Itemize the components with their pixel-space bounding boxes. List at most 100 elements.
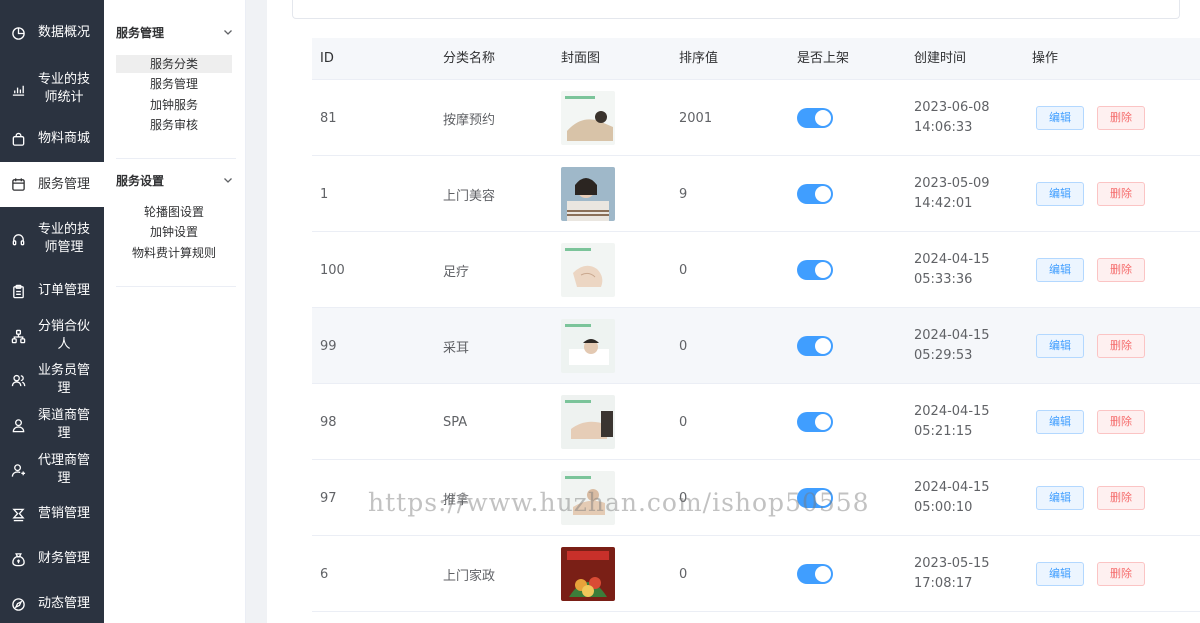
submenu-item-extra-time-service[interactable]: 加钟服务 <box>116 96 232 114</box>
delete-button[interactable]: 删除 <box>1097 410 1145 434</box>
created-time: 05:21:15 <box>914 424 973 439</box>
submenu-group-service-settings[interactable]: 服务设置 <box>116 170 234 190</box>
sidebar-item-order-management[interactable]: 订单管理 <box>0 270 104 312</box>
network-icon <box>10 328 26 344</box>
sidebar-item-agent-management[interactable]: 代理商管理 <box>0 449 104 491</box>
cell-id: 99 <box>320 338 337 354</box>
sidebar-item-technician-stats[interactable]: 专业的技师统计 <box>0 62 104 116</box>
delete-button[interactable]: 删除 <box>1097 562 1145 586</box>
delete-button[interactable]: 删除 <box>1097 258 1145 282</box>
cover-thumbnail[interactable] <box>561 471 615 525</box>
header-on-shelf: 是否上架 <box>797 51 850 66</box>
table-row: 98 SPA 0 2024-04-15 05:21:15 编辑 删除 <box>312 384 1200 460</box>
on-shelf-toggle[interactable] <box>797 488 833 508</box>
cell-actions: 编辑 删除 <box>1036 308 1145 384</box>
on-shelf-toggle[interactable] <box>797 184 833 204</box>
sidebar-item-salesman-management[interactable]: 业务员管理 <box>0 359 104 401</box>
sidebar-item-label: 数据概况 <box>37 25 90 40</box>
submenu-group-service-management[interactable]: 服务管理 <box>116 22 234 42</box>
toggle-knob <box>815 262 831 278</box>
filter-box <box>292 0 1180 19</box>
table-row: 100 足疗 0 2024-04-15 05:33:36 编辑 删除 <box>312 232 1200 308</box>
submenu-item-extra-time-settings[interactable]: 加钟设置 <box>116 223 232 241</box>
created-date: 2024-04-15 <box>914 328 990 343</box>
edit-button[interactable]: 编辑 <box>1036 106 1084 130</box>
sidebar-item-data-overview[interactable]: 数据概况 <box>0 12 104 54</box>
on-shelf-toggle[interactable] <box>797 564 833 584</box>
on-shelf-toggle[interactable] <box>797 260 833 280</box>
sidebar-item-service-management[interactable]: 服务管理 <box>0 162 104 207</box>
cell-sort-value: 0 <box>679 262 688 278</box>
sidebar-item-label: 专业的技师管理 <box>37 222 90 255</box>
edit-button[interactable]: 编辑 <box>1036 334 1084 358</box>
cell-category-name: 按摩预约 <box>443 112 496 128</box>
cell-on-shelf <box>797 384 833 460</box>
cell-sort-value: 2001 <box>679 110 713 126</box>
sidebar-item-label: 业务员管理 <box>37 363 90 396</box>
delete-button[interactable]: 删除 <box>1097 486 1145 510</box>
sidebar-item-label: 订单管理 <box>37 283 90 298</box>
edit-button[interactable]: 编辑 <box>1036 486 1084 510</box>
delete-button[interactable]: 删除 <box>1097 334 1145 358</box>
on-shelf-toggle[interactable] <box>797 108 833 128</box>
submenu-item-service-management[interactable]: 服务管理 <box>116 75 232 93</box>
delete-button[interactable]: 删除 <box>1097 106 1145 130</box>
sidebar-item-finance-management[interactable]: 财务管理 <box>0 538 104 580</box>
cell-id: 6 <box>320 566 329 582</box>
submenu-item-material-fee-rules[interactable]: 物料费计算规则 <box>116 244 232 262</box>
cover-thumbnail[interactable] <box>561 547 615 601</box>
toggle-knob <box>815 490 831 506</box>
cell-created-time: 2023-05-15 17:08:17 <box>914 536 990 612</box>
edit-button[interactable]: 编辑 <box>1036 562 1084 586</box>
toggle-knob <box>815 566 831 582</box>
sidebar-item-channel-management[interactable]: 渠道商管理 <box>0 404 104 446</box>
sidebar-item-label: 营销管理 <box>37 506 90 521</box>
delete-button[interactable]: 删除 <box>1097 182 1145 206</box>
edit-button[interactable]: 编辑 <box>1036 410 1084 434</box>
sidebar-item-material-mall[interactable]: 物料商城 <box>0 118 104 160</box>
agent-icon <box>10 462 26 478</box>
table-row: 99 采耳 0 2024-04-15 05:29:53 编辑 删除 <box>312 308 1200 384</box>
money-bag-icon <box>10 551 26 567</box>
cell-cover-image <box>561 308 615 384</box>
pie-chart-icon <box>10 25 26 41</box>
cover-thumbnail[interactable] <box>561 395 615 449</box>
on-shelf-toggle[interactable] <box>797 336 833 356</box>
submenu-item-service-review[interactable]: 服务审核 <box>116 116 232 134</box>
sidebar-item-distribution-partner[interactable]: 分销合伙人 <box>0 315 104 357</box>
edit-button[interactable]: 编辑 <box>1036 258 1084 282</box>
sidebar-item-technician-management[interactable]: 专业的技师管理 <box>0 212 104 266</box>
cover-thumbnail[interactable] <box>561 167 615 221</box>
submenu-item-banner-settings[interactable]: 轮播图设置 <box>116 203 232 221</box>
sidebar-item-label: 动态管理 <box>37 596 90 611</box>
table-row: 81 按摩预约 2001 2023-06-08 14:06:33 编辑 删除 <box>312 80 1200 156</box>
sidebar-item-dynamic-management[interactable]: 动态管理 <box>0 583 104 623</box>
sidebar-item-marketing-management[interactable]: 营销管理 <box>0 493 104 535</box>
cell-cover-image <box>561 460 615 536</box>
submenu-item-service-category[interactable]: 服务分类 <box>116 55 232 73</box>
table-row: 6 上门家政 0 2023-05-15 17:08:17 编辑 删除 <box>312 536 1200 612</box>
clipboard-icon <box>10 283 26 299</box>
toggle-knob <box>815 414 831 430</box>
header-category-name: 分类名称 <box>443 51 496 66</box>
cell-category-name: 采耳 <box>443 340 470 356</box>
cover-thumbnail[interactable] <box>561 91 615 145</box>
created-time: 14:06:33 <box>914 120 973 135</box>
toggle-knob <box>815 186 831 202</box>
header-cover-image: 封面图 <box>561 51 601 66</box>
edit-button[interactable]: 编辑 <box>1036 182 1084 206</box>
cell-on-shelf <box>797 536 833 612</box>
on-shelf-toggle[interactable] <box>797 412 833 432</box>
header-id: ID <box>320 51 334 66</box>
sidebar-item-label: 分销合伙人 <box>37 319 90 352</box>
cell-id: 98 <box>320 414 337 430</box>
cell-created-time: 2024-04-15 05:21:15 <box>914 384 990 460</box>
cover-thumbnail[interactable] <box>561 319 615 373</box>
cell-cover-image <box>561 80 615 156</box>
cell-created-time: 2023-05-09 14:42:01 <box>914 156 990 232</box>
cover-thumbnail[interactable] <box>561 243 615 297</box>
submenu-divider <box>116 158 236 159</box>
cell-on-shelf <box>797 460 833 536</box>
main-sidebar: 数据概况 专业的技师统计 物料商城 服务管理 专业的技师管理 订单管理 分销合伙… <box>0 0 104 623</box>
sidebar-item-label: 渠道商管理 <box>37 408 90 441</box>
